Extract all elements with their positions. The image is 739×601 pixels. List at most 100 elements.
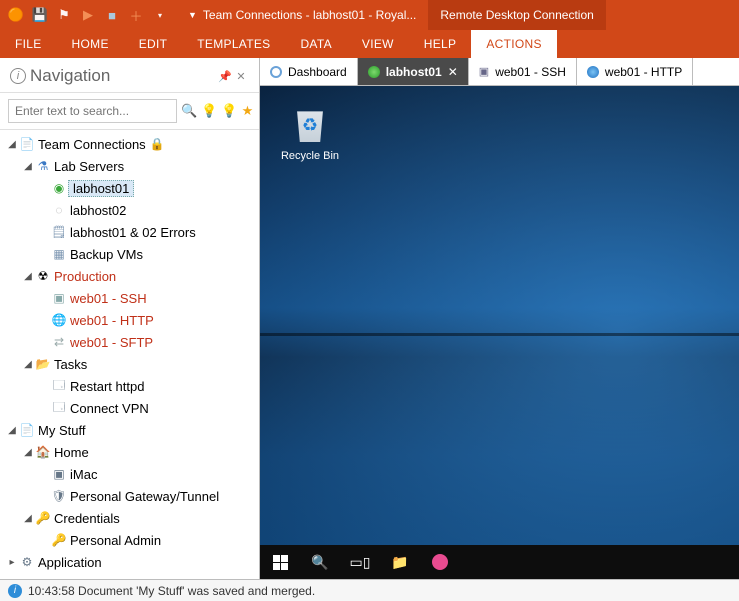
collapse-icon[interactable]: ◢: [6, 139, 18, 150]
remote-desktop-surface[interactable]: Recycle Bin 🔍 ▭▯ 📁: [260, 86, 739, 579]
tree-node-connect-vpn[interactable]: 🗔 Connect VPN: [0, 397, 259, 419]
tree-label: Home: [52, 445, 89, 460]
stop-icon[interactable]: ■: [102, 5, 122, 25]
close-icon[interactable]: ✕: [233, 70, 249, 83]
close-icon[interactable]: ✕: [448, 65, 458, 79]
menu-view[interactable]: VIEW: [347, 30, 409, 58]
navigation-header: i Navigation 📌 ✕: [0, 58, 259, 93]
tree-node-home[interactable]: ◢ 🏠 Home: [0, 441, 259, 463]
tree-node-labhost-errors[interactable]: 🗒 labhost01 & 02 Errors: [0, 221, 259, 243]
menu-data[interactable]: DATA: [285, 30, 346, 58]
menu-edit[interactable]: EDIT: [124, 30, 183, 58]
title-context-text: Remote Desktop Connection: [440, 8, 593, 22]
tab-labhost01[interactable]: labhost01 ✕: [358, 58, 469, 85]
tab-dashboard[interactable]: Dashboard: [260, 58, 358, 85]
title-context-tab[interactable]: Remote Desktop Connection: [428, 0, 605, 30]
bulb-off-icon[interactable]: 💡: [221, 100, 237, 122]
sftp-icon: ⇄: [50, 335, 68, 349]
gear-icon: ⚙: [18, 555, 36, 569]
tab-label: web01 - HTTP: [605, 65, 682, 79]
tab-web01-ssh[interactable]: ▣ web01 - SSH: [469, 58, 577, 85]
tree-node-my-stuff[interactable]: ◢ 📄 My Stuff: [0, 419, 259, 441]
save-icon[interactable]: 💾: [30, 5, 50, 25]
tree-node-web01-sftp[interactable]: ⇄ web01 - SFTP: [0, 331, 259, 353]
recycle-bin-label: Recycle Bin: [278, 150, 342, 162]
connected-icon: [368, 66, 380, 78]
collapse-icon[interactable]: ◢: [6, 425, 18, 436]
menu-actions[interactable]: ACTIONS: [471, 30, 556, 58]
tree-label: labhost02: [68, 203, 126, 218]
tree-label: Backup VMs: [68, 247, 143, 262]
app-pinned-icon[interactable]: [420, 545, 460, 579]
collapse-icon[interactable]: ◢: [22, 161, 34, 172]
menu-file[interactable]: FILE: [0, 30, 57, 58]
collapse-icon[interactable]: ◢: [22, 513, 34, 524]
tab-label: labhost01: [386, 65, 442, 79]
search-icon[interactable]: 🔍: [300, 545, 340, 579]
tree-node-credentials[interactable]: ◢ 🔑 Credentials: [0, 507, 259, 529]
tree-label: labhost01: [68, 180, 134, 197]
search-list-icon: 🗒: [50, 225, 68, 239]
tree-label: web01 - HTTP: [68, 313, 154, 328]
tree-node-web01-ssh[interactable]: ▣ web01 - SSH: [0, 287, 259, 309]
tree-label: Connect VPN: [68, 401, 149, 416]
task-icon: 🗔: [50, 398, 68, 419]
tree-node-lab-servers[interactable]: ◢ ⚗ Lab Servers: [0, 155, 259, 177]
task-icon: 🗔: [50, 376, 68, 397]
tree-node-web01-http[interactable]: 🌐 web01 - HTTP: [0, 309, 259, 331]
file-explorer-icon[interactable]: 📁: [380, 545, 420, 579]
gateway-icon: 🛡: [50, 489, 68, 503]
tree-node-personal-admin[interactable]: 🔑 Personal Admin: [0, 529, 259, 551]
tree-node-production[interactable]: ◢ ☢ Production: [0, 265, 259, 287]
tree-node-imac[interactable]: ▣ iMac: [0, 463, 259, 485]
tree-node-tasks[interactable]: ◢ 📂 Tasks: [0, 353, 259, 375]
tree-node-team-connections[interactable]: ◢ 📄 Team Connections 🔒: [0, 133, 259, 155]
main-area: i Navigation 📌 ✕ 🔍 💡 💡 ★ ◢ 📄 Team Connec…: [0, 58, 739, 579]
plus-icon[interactable]: ＋: [126, 5, 146, 25]
navigation-toolbar: 🔍 💡 💡 ★: [0, 93, 259, 130]
tree-node-labhost01[interactable]: ◉ labhost01: [0, 177, 259, 199]
tree-node-personal-gateway[interactable]: 🛡 Personal Gateway/Tunnel: [0, 485, 259, 507]
tree-node-restart-httpd[interactable]: 🗔 Restart httpd: [0, 375, 259, 397]
navigation-tree[interactable]: ◢ 📄 Team Connections 🔒 ◢ ⚗ Lab Servers ◉…: [0, 130, 259, 579]
collapse-icon[interactable]: ◢: [22, 271, 34, 282]
terminal-icon: ▣: [50, 291, 68, 305]
tree-node-backup-vms[interactable]: ▦ Backup VMs: [0, 243, 259, 265]
home-icon: 🏠: [34, 445, 52, 459]
menu-home[interactable]: HOME: [57, 30, 124, 58]
play-icon[interactable]: ▶: [78, 5, 98, 25]
search-input[interactable]: [8, 99, 177, 123]
radiation-icon: ☢: [34, 269, 52, 283]
lock-icon: 🔒: [150, 137, 165, 151]
menu-templates[interactable]: TEMPLATES: [182, 30, 285, 58]
start-button[interactable]: [260, 545, 300, 579]
menubar: FILE HOME EDIT TEMPLATES DATA VIEW HELP …: [0, 30, 739, 58]
recycle-bin[interactable]: Recycle Bin: [278, 104, 342, 162]
tree-node-application[interactable]: ▸ ⚙ Application: [0, 551, 259, 573]
collapse-icon[interactable]: ◢: [22, 359, 34, 370]
tree-node-labhost02[interactable]: ◌ labhost02: [0, 199, 259, 221]
star-icon[interactable]: ★: [242, 100, 254, 122]
flag-icon[interactable]: ⚑: [54, 5, 74, 25]
title-breadcrumb-tab[interactable]: ▼ Team Connections - labhost01 - Royal..…: [176, 0, 428, 30]
quick-access-toolbar: 🟠 💾 ⚑ ▶ ■ ＋ ▾: [0, 5, 176, 25]
expand-icon[interactable]: ▸: [6, 557, 18, 568]
tree-label: Credentials: [52, 511, 120, 526]
info-icon: i: [8, 584, 22, 598]
task-view-icon[interactable]: ▭▯: [340, 545, 380, 579]
title-breadcrumb-text: Team Connections - labhost01 - Royal...: [203, 8, 416, 22]
menu-help[interactable]: HELP: [409, 30, 472, 58]
bulb-on-icon[interactable]: 💡: [201, 100, 217, 122]
status-message: 10:43:58 Document 'My Stuff' was saved a…: [28, 584, 315, 598]
pin-icon[interactable]: 📌: [217, 70, 233, 83]
disconnected-icon: ◌: [50, 203, 68, 217]
collapse-icon[interactable]: ◢: [22, 447, 34, 458]
remote-taskbar: 🔍 ▭▯ 📁: [260, 545, 739, 579]
dropdown-icon[interactable]: ▾: [150, 5, 170, 25]
key-icon: 🔑: [34, 511, 52, 525]
search-icon[interactable]: 🔍: [181, 100, 197, 122]
flask-icon: ⚗: [34, 159, 52, 173]
app-icon: 🟠: [6, 5, 26, 25]
tab-web01-http[interactable]: web01 - HTTP: [577, 58, 693, 85]
document-icon: 📄: [18, 423, 36, 437]
